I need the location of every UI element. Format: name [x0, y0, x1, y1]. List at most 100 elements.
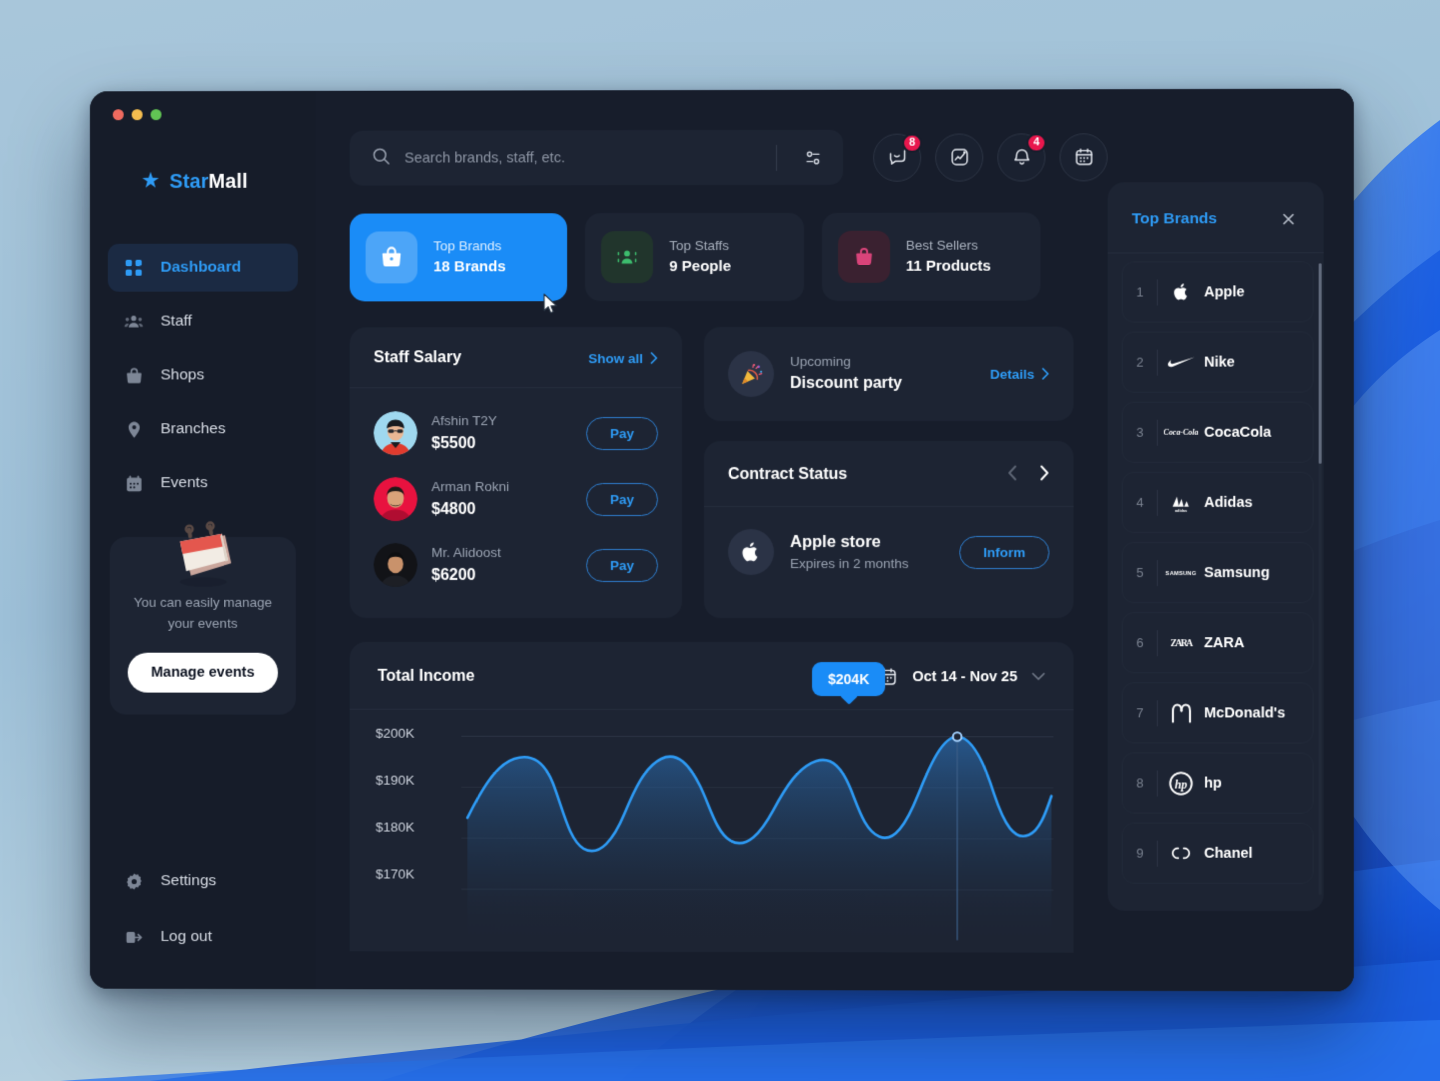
grid-icon: [124, 258, 144, 278]
upcoming-title: Discount party: [790, 374, 903, 393]
show-all-label: Show all: [588, 350, 644, 366]
search-input[interactable]: [404, 149, 763, 167]
sidebar-item-branches[interactable]: Branches: [108, 405, 298, 453]
zara-logo-icon: ZARA: [1158, 636, 1204, 650]
search-divider: [776, 144, 778, 171]
chart-tooltip-value: $204K: [828, 671, 870, 688]
minimize-window-button[interactable]: [131, 109, 143, 121]
brand-row[interactable]: 9 Chanel: [1121, 822, 1314, 884]
inform-button[interactable]: Inform: [959, 535, 1050, 569]
brand-row[interactable]: 1 Apple: [1121, 261, 1314, 323]
staff-salary-row: Afshin T2Y $5500 Pay: [374, 400, 659, 466]
mouse-cursor-icon: [544, 293, 558, 314]
brand-row[interactable]: 7 McDonald's: [1121, 682, 1314, 744]
sidebar-item-staff[interactable]: Staff: [108, 297, 298, 345]
total-income-header: Total Income Oct 14 - Nov 25: [349, 641, 1074, 711]
brands-scrollbar[interactable]: [1318, 263, 1322, 896]
brand-rank: 8: [1136, 775, 1144, 791]
analytics-button[interactable]: [935, 132, 984, 182]
y-tick-label: $180K: [375, 819, 415, 835]
sidebar-item-label: Branches: [160, 420, 226, 438]
staff-group-icon: [601, 231, 654, 284]
brand-rank: 6: [1136, 635, 1144, 651]
brand-row[interactable]: 3 Coca-Cola CocaCola: [1121, 401, 1314, 463]
sidebar-item-settings[interactable]: Settings: [108, 857, 298, 905]
sliders-icon[interactable]: [791, 135, 835, 179]
nike-swoosh-icon: [1158, 356, 1204, 369]
chart-y-axis: $200K $190K $180K $170K: [376, 726, 415, 882]
app-logo-text-secondary: Mall: [208, 170, 248, 193]
right-panels-column: Upcoming Discount party Details Contract…: [704, 326, 1074, 619]
pay-button[interactable]: Pay: [586, 548, 659, 582]
avatar: [374, 543, 418, 587]
brand-row[interactable]: 5 SAMSUNG Samsung: [1121, 542, 1314, 604]
date-range-selector[interactable]: Oct 14 - Nov 25: [877, 666, 1045, 687]
main-area: 8 4: [315, 88, 1354, 992]
show-all-link[interactable]: Show all: [588, 351, 658, 366]
brand-name: Nike: [1204, 354, 1235, 371]
stat-card-top-brands[interactable]: Top Brands 18 Brands: [349, 213, 568, 314]
cocacola-logo-icon: Coca-Cola: [1158, 426, 1204, 439]
sidebar-item-events[interactable]: Events: [108, 459, 298, 507]
pay-button[interactable]: Pay: [586, 416, 659, 450]
sidebar-bottom-nav: Settings Log out: [108, 857, 298, 989]
stat-card-best-sellers[interactable]: Best Sellers 11 Products: [821, 212, 1041, 301]
brands-scrollbar-thumb[interactable]: [1318, 263, 1322, 464]
brand-row[interactable]: 8 hp hp: [1121, 752, 1314, 814]
sidebar-item-dashboard[interactable]: Dashboard: [107, 243, 298, 292]
top-brands-list[interactable]: 1 Apple 2 Nike 3 Coca-Cola CocaCola 4 ad…: [1108, 253, 1324, 911]
brand-row[interactable]: 2 Nike: [1121, 331, 1314, 393]
top-brands-card: Top Brands 1 Apple 2 Nike 3 Coca-Cola Co…: [1107, 181, 1324, 912]
svg-text:ZARA: ZARA: [1170, 638, 1193, 649]
manage-events-button[interactable]: Manage events: [127, 652, 278, 693]
notifications-button[interactable]: 4: [997, 132, 1047, 182]
messages-button[interactable]: 8: [873, 133, 923, 182]
logout-icon: [124, 927, 144, 947]
chevron-right-icon: [1041, 368, 1049, 380]
brand-rank: 1: [1136, 284, 1144, 300]
contract-status-row: Apple store Expires in 2 months Inform: [704, 507, 1074, 601]
staff-salary-row: Mr. Alidoost $6200 Pay: [374, 532, 659, 598]
sidebar-item-logout[interactable]: Log out: [108, 913, 298, 961]
notifications-badge: 4: [1026, 132, 1047, 152]
svg-text:hp: hp: [1175, 777, 1188, 791]
app-logo[interactable]: StarMall: [141, 170, 298, 194]
chevron-left-icon[interactable]: [1007, 465, 1017, 484]
people-icon: [124, 312, 144, 332]
stat-label: Top Brands: [433, 238, 502, 254]
maximize-window-button[interactable]: [150, 109, 162, 121]
sidebar: StarMall Dashboard Staff Shops Branches …: [89, 90, 316, 990]
brand-row[interactable]: 4 adidas Adidas: [1121, 471, 1314, 533]
sidebar-item-label: Log out: [160, 927, 212, 946]
chevron-right-icon[interactable]: [1039, 465, 1049, 484]
sidebar-item-label: Events: [160, 474, 208, 492]
hp-logo-icon: hp: [1158, 771, 1204, 795]
sidebar-item-label: Staff: [160, 312, 192, 330]
app-window: StarMall Dashboard Staff Shops Branches …: [89, 88, 1354, 992]
brand-rank: 2: [1136, 354, 1144, 370]
search-bar[interactable]: [349, 129, 844, 186]
calendar-button[interactable]: [1059, 132, 1108, 181]
stat-value: 18 Brands: [433, 257, 506, 275]
stat-card-top-staffs[interactable]: Top Staffs 9 People: [585, 212, 804, 302]
details-link[interactable]: Details: [990, 366, 1049, 381]
staff-salary-card: Staff Salary Show all Afshin T2Y $5500 P…: [349, 327, 683, 618]
brand-row[interactable]: 6 ZARA ZARA: [1121, 612, 1314, 674]
manage-events-card: You can easily manage your events Manage…: [109, 537, 296, 715]
close-window-button[interactable]: [112, 109, 124, 121]
pay-button[interactable]: Pay: [586, 482, 659, 516]
close-icon[interactable]: [1277, 208, 1299, 230]
chart-plot-area: [461, 710, 1053, 940]
brand-rank: 7: [1136, 705, 1144, 721]
chevron-right-icon: [650, 352, 658, 365]
sidebar-item-shops[interactable]: Shops: [108, 351, 298, 399]
calendar-3d-illustration: [179, 515, 231, 587]
upcoming-event-card: Upcoming Discount party Details: [704, 326, 1074, 422]
sidebar-item-label: Dashboard: [160, 258, 242, 276]
stat-value: 9 People: [669, 257, 732, 275]
brand-name: hp: [1204, 775, 1222, 792]
apple-logo-icon: [727, 528, 775, 576]
avatar: [374, 411, 418, 456]
staff-name: Arman Rokni: [431, 479, 510, 495]
sidebar-nav: Dashboard Staff Shops Branches Events: [107, 243, 298, 508]
